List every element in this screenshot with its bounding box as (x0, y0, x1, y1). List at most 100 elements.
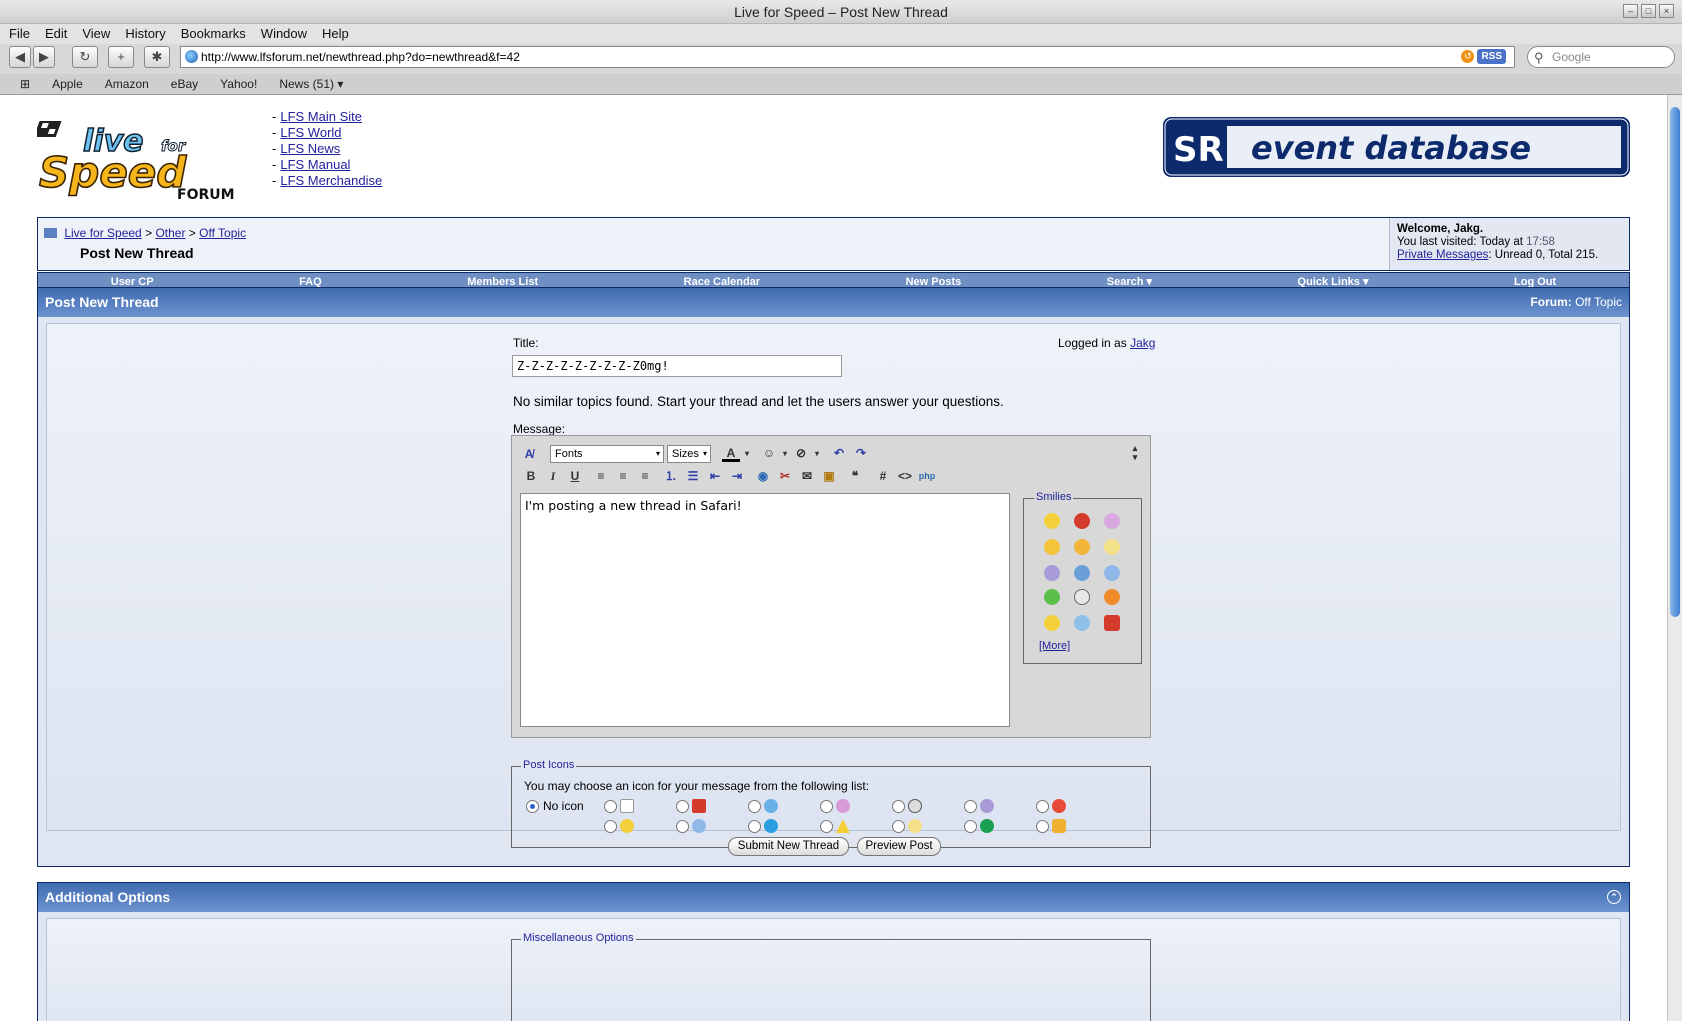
indent-icon[interactable]: ⇥ (728, 467, 746, 485)
menu-help[interactable]: Help (322, 24, 349, 44)
smilie-confused-icon[interactable] (1074, 615, 1090, 631)
address-bar[interactable]: http://www.lfsforum.net/newthread.php?do… (180, 46, 1515, 68)
quote-icon[interactable]: ❝ (846, 467, 864, 485)
back-button[interactable]: ◀ (9, 46, 31, 68)
smilie-idea-icon[interactable] (1104, 539, 1120, 555)
smilie-wink-icon[interactable] (1044, 615, 1060, 631)
google-search-field[interactable]: ⚲ Google (1527, 46, 1675, 68)
undo-icon[interactable]: ↶ (830, 444, 848, 462)
post-icon-radio[interactable] (604, 800, 617, 813)
insert-link-icon[interactable]: ◉ (754, 467, 772, 485)
smilie-thumbsup-icon[interactable] (1104, 565, 1120, 581)
post-icon-radio[interactable] (964, 820, 977, 833)
smilie-orange-icon[interactable] (1104, 589, 1120, 605)
message-textarea[interactable]: I'm posting a new thread in Safari! (520, 493, 1010, 727)
underline-icon[interactable]: U (566, 467, 584, 485)
smilie-tongue-icon[interactable] (1104, 513, 1120, 529)
post-icon-radio[interactable] (1036, 820, 1049, 833)
close-button[interactable]: × (1659, 4, 1674, 18)
maximize-button[interactable]: □ (1641, 4, 1656, 18)
logged-in-user-link[interactable]: Jakg (1130, 336, 1155, 350)
text-color-dropdown[interactable]: ▾ (738, 445, 756, 463)
post-icon-radio[interactable] (604, 820, 617, 833)
bookmark-apple[interactable]: Apple (52, 74, 83, 94)
breadcrumb-live-for-speed[interactable]: Live for Speed (64, 226, 141, 240)
bookmark-yahoo[interactable]: Yahoo! (220, 74, 257, 94)
more-smilies-link[interactable]: [More] (1039, 640, 1070, 652)
smilie-grin-icon[interactable] (1074, 589, 1090, 605)
link-lfs-merchandise[interactable]: LFS Merchandise (280, 173, 382, 188)
rss-button[interactable]: ↺ RSS (1461, 49, 1506, 64)
link-lfs-news[interactable]: LFS News (280, 141, 340, 156)
lfs-forum-logo[interactable]: live for Speed FORUM (33, 117, 257, 203)
outdent-icon[interactable]: ⇤ (706, 467, 724, 485)
redo-icon[interactable]: ↷ (852, 444, 870, 462)
remove-format-icon[interactable]: A̸ (520, 445, 538, 463)
preview-post-button[interactable]: Preview Post (857, 837, 941, 856)
page-scrollbar[interactable] (1667, 95, 1682, 1021)
post-icon-radio[interactable] (820, 820, 833, 833)
code-icon[interactable]: # (874, 467, 892, 485)
breadcrumb-other[interactable]: Other (155, 226, 185, 240)
html-icon[interactable]: <> (896, 467, 914, 485)
menu-edit[interactable]: Edit (45, 24, 67, 44)
menu-view[interactable]: View (82, 24, 110, 44)
link-lfs-main-site[interactable]: LFS Main Site (280, 109, 362, 124)
align-right-icon[interactable]: ≡ (636, 467, 654, 485)
post-icon-radio[interactable] (676, 800, 689, 813)
align-left-icon[interactable]: ≡ (592, 467, 610, 485)
reload-button[interactable]: ↻ (72, 46, 98, 68)
post-icon-radio[interactable] (748, 820, 761, 833)
bookmark-ebay[interactable]: eBay (171, 74, 198, 94)
attachment-dropdown[interactable]: ▾ (808, 445, 826, 463)
smilie-green-icon[interactable] (1044, 589, 1060, 605)
smilie-frown-icon[interactable] (1044, 565, 1060, 581)
menu-file[interactable]: File (9, 24, 30, 44)
ordered-list-icon[interactable]: ⒈ (662, 467, 680, 485)
unordered-list-icon[interactable]: ☰ (684, 467, 702, 485)
forward-button[interactable]: ▶ (33, 46, 55, 68)
insert-email-icon[interactable]: ✉ (798, 467, 816, 485)
link-lfs-world[interactable]: LFS World (280, 125, 341, 140)
fonts-select[interactable]: Fonts ▾ (550, 445, 664, 463)
title-input[interactable]: Z-Z-Z-Z-Z-Z-Z-Z-Z0mg! (512, 355, 842, 377)
menu-window[interactable]: Window (261, 24, 307, 44)
collapse-icon[interactable]: ⌃ (1607, 890, 1621, 904)
insert-image-icon[interactable]: ▣ (820, 467, 838, 485)
bookmark-amazon[interactable]: Amazon (105, 74, 149, 94)
italic-icon[interactable]: I (544, 467, 562, 485)
post-icon-radio[interactable] (892, 820, 905, 833)
post-icon-radio[interactable] (892, 800, 905, 813)
menu-history[interactable]: History (125, 24, 165, 44)
post-icon-radio[interactable] (820, 800, 833, 813)
smilie-eek-icon[interactable] (1074, 565, 1090, 581)
no-icon-radio[interactable] (526, 800, 539, 813)
php-icon[interactable]: php (918, 467, 936, 485)
remove-link-icon[interactable]: ✂ (776, 467, 794, 485)
smilie-cool-icon[interactable] (1074, 539, 1090, 555)
smilie-smile-icon[interactable] (1044, 513, 1060, 529)
link-lfs-manual[interactable]: LFS Manual (280, 157, 350, 172)
bug-report-button[interactable]: ✱ (144, 46, 170, 68)
submit-new-thread-button[interactable]: Submit New Thread (728, 837, 849, 856)
sizes-select[interactable]: Sizes ▾ (667, 445, 711, 463)
resize-editor-icon[interactable]: ▴ ▾ (1126, 444, 1144, 462)
menu-bookmarks[interactable]: Bookmarks (181, 24, 246, 44)
bold-icon[interactable]: B (522, 467, 540, 485)
bookmarks-book-icon[interactable]: ⊞ (20, 74, 30, 94)
smilie-thumbs-icon[interactable] (1104, 615, 1120, 631)
add-bookmark-button[interactable]: + (108, 46, 134, 68)
align-center-icon[interactable]: ≡ (614, 467, 632, 485)
post-icon-radio[interactable] (676, 820, 689, 833)
post-icon-radio[interactable] (748, 800, 761, 813)
scrollbar-thumb[interactable] (1670, 107, 1680, 617)
private-messages-link[interactable]: Private Messages (1397, 249, 1488, 261)
post-icon-radio[interactable] (1036, 800, 1049, 813)
smilie-angry-icon[interactable] (1074, 513, 1090, 529)
smilie-biggrin-icon[interactable] (1044, 539, 1060, 555)
breadcrumb-off-topic[interactable]: Off Topic (199, 226, 246, 240)
sr-event-database-banner[interactable]: SR event database (1163, 117, 1630, 177)
post-icon-radio[interactable] (964, 800, 977, 813)
bookmark-news[interactable]: News (51) ▾ (279, 74, 343, 94)
minimize-button[interactable]: – (1623, 4, 1638, 18)
